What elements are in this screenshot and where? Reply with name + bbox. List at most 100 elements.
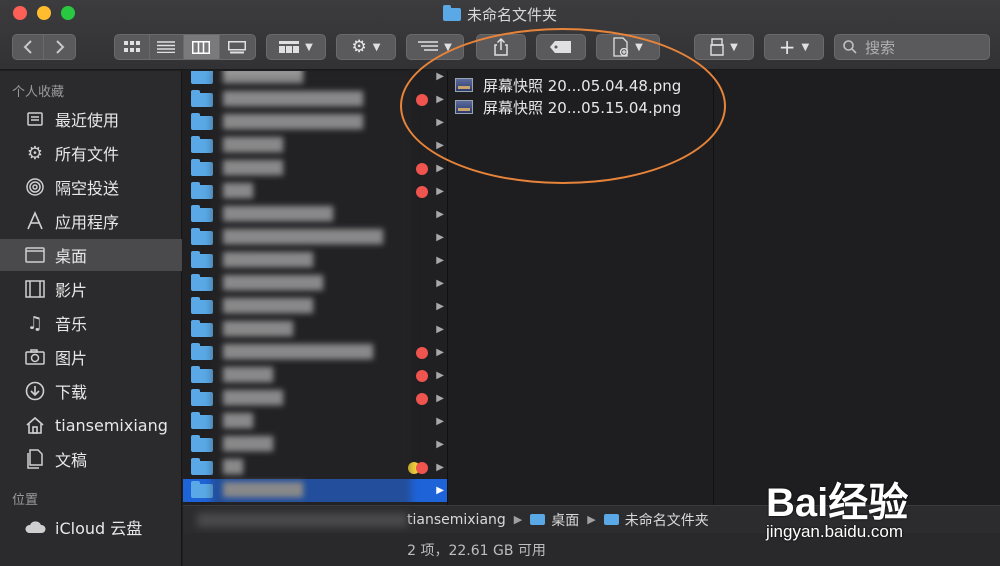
home-icon [24, 414, 46, 436]
cloud-icon [24, 516, 46, 538]
list-view-button[interactable] [150, 35, 185, 59]
path-label: 桌面 [551, 512, 580, 529]
tag-red-icon [416, 162, 428, 175]
status-text: 2 项，22.61 GB 可用 [407, 542, 546, 559]
path-item-current[interactable]: 未命名文件夹 [603, 510, 709, 530]
sidebar-item-home[interactable]: tiansemixiang [0, 409, 182, 441]
gallery-icon [228, 40, 247, 53]
path-label: 未命名文件夹 [624, 512, 709, 529]
applications-icon [24, 210, 46, 232]
chevron-right-icon: ▶ [436, 462, 444, 473]
chevron-right-icon: ▶ [436, 278, 444, 289]
sidebar: 个人收藏 最近使用 ⚙ 所有文件 隔空投送 应用程序 桌面 影片 ♫ 音乐 图片… [0, 71, 182, 566]
path-item-desktop[interactable]: 桌面 [530, 510, 579, 530]
sidebar-item-label: 图片 [55, 349, 88, 368]
path-label: tiansemixiang [407, 511, 506, 528]
search-icon [843, 40, 857, 54]
chevron-right-icon: ▶ [436, 439, 444, 450]
path-blurred [197, 512, 407, 527]
watermark-url: jingyan.baidu.com [766, 522, 904, 541]
chevron-right-icon: ▶ [436, 209, 444, 220]
sidebar-item-label: 音乐 [55, 315, 88, 334]
folder-icon [191, 158, 213, 176]
back-forward-group [12, 34, 76, 60]
sidebar-item-label: 所有文件 [55, 145, 120, 164]
watermark: Bai经验 jingyan.baidu.com [760, 458, 1000, 558]
gallery-view-button[interactable] [220, 35, 255, 59]
folder-icon [191, 434, 213, 452]
chevron-left-icon [23, 40, 32, 54]
folder-icon [530, 514, 546, 525]
sidebar-item-icloud[interactable]: iCloud 云盘 [0, 511, 182, 543]
device-icon [710, 38, 724, 56]
group-icon [279, 41, 300, 53]
sidebar-item-label: 下载 [55, 383, 88, 402]
folder-icon [191, 135, 213, 153]
desktop-icon [24, 244, 46, 266]
sidebar-item-applications[interactable]: 应用程序 [0, 205, 182, 237]
sidebar-item-all-files[interactable]: ⚙ 所有文件 [0, 137, 182, 169]
favorites-header: 个人收藏 [12, 85, 65, 100]
sidebar-item-label: 文稿 [55, 451, 88, 470]
tag-red-icon [416, 346, 428, 359]
sidebar-item-airdrop[interactable]: 隔空投送 [0, 171, 182, 203]
sidebar-item-label: 最近使用 [55, 111, 120, 130]
folder-icon [191, 365, 213, 383]
arrange-icon [418, 41, 439, 51]
sidebar-item-downloads[interactable]: 下载 [0, 375, 182, 407]
sidebar-item-documents[interactable]: 文稿 [0, 443, 182, 475]
back-button[interactable] [13, 35, 45, 59]
folder-icon [191, 71, 213, 84]
search-placeholder: 搜索 [865, 38, 896, 57]
tag-red-icon [416, 392, 428, 405]
sidebar-item-movies[interactable]: 影片 [0, 273, 182, 305]
chevron-right-icon [55, 40, 64, 54]
chevron-right-icon: ▶ [513, 513, 523, 526]
pictures-icon [24, 346, 46, 368]
chevron-right-icon: ▶ [436, 416, 444, 427]
recents-icon [24, 108, 46, 130]
chevron-right-icon: ▶ [587, 513, 596, 526]
folder-icon [191, 411, 213, 429]
chevron-right-icon: ▶ [436, 393, 444, 404]
gear-icon: ⚙ [26, 142, 44, 164]
gear-icon: ⚙ [351, 37, 367, 57]
folder-column: ████████ ▶ ██████████████ ▶ ██████████████… [183, 71, 448, 505]
downloads-icon [24, 380, 46, 402]
chevron-right-icon: ▶ [436, 186, 444, 197]
icon-view-button[interactable] [115, 35, 150, 59]
group-by-button[interactable]: ▼ [266, 34, 326, 60]
music-icon: ♫ [26, 312, 44, 334]
forward-button[interactable] [44, 35, 75, 59]
columns-icon [192, 40, 211, 54]
sidebar-item-pictures[interactable]: 图片 [0, 341, 182, 373]
view-mode-group [114, 34, 256, 60]
documents-icon [24, 448, 46, 470]
folder-icon [603, 514, 619, 525]
chevron-right-icon: ▶ [436, 485, 444, 496]
add-button[interactable]: + ▼ [764, 34, 824, 60]
action-menu-button[interactable]: ⚙ ▼ [336, 34, 396, 60]
folder-icon [191, 457, 213, 475]
folder-icon [191, 112, 213, 130]
folder-icon [191, 227, 213, 245]
folder-icon [191, 204, 213, 222]
tag-red-icon [416, 369, 428, 382]
eject-device-button[interactable]: ▼ [694, 34, 754, 60]
chevron-right-icon: ▶ [436, 301, 444, 312]
sidebar-item-music[interactable]: ♫ 音乐 [0, 307, 182, 339]
folder-icon [191, 250, 213, 268]
column-view-button[interactable] [184, 35, 220, 59]
search-input[interactable]: 搜索 [834, 34, 990, 60]
sidebar-item-label: iCloud 云盘 [55, 519, 143, 538]
sidebar-item-label: 隔空投送 [55, 179, 120, 198]
sidebar-item-desktop[interactable]: 桌面 [0, 239, 182, 271]
airdrop-icon [24, 176, 46, 198]
folder-icon [191, 342, 213, 360]
preview-column [715, 71, 1000, 505]
chevron-right-icon: ▶ [436, 324, 444, 335]
path-item-home[interactable]: tiansemixiang [407, 512, 506, 528]
tag-red-icon [416, 461, 428, 474]
chevron-right-icon: ▶ [436, 163, 444, 174]
sidebar-item-recents[interactable]: 最近使用 [0, 103, 182, 135]
